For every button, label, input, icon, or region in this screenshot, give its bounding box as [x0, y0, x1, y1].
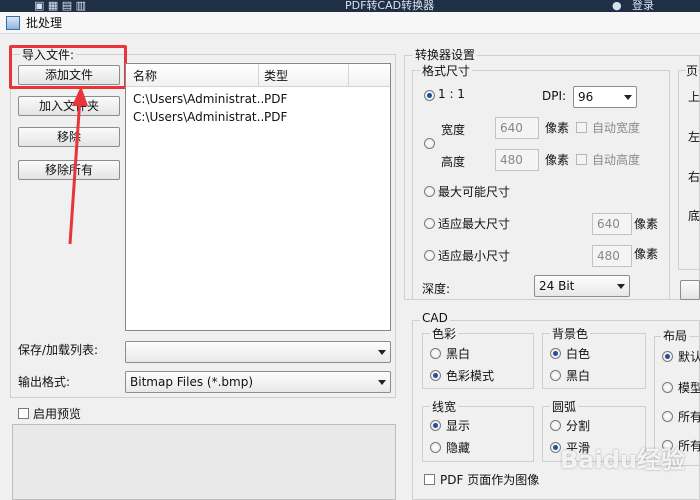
linewidth-hide-radio[interactable] [430, 442, 441, 453]
chevron-down-icon [378, 380, 386, 385]
pdf-page-as-image-label: PDF 页面作为图像 [440, 473, 540, 487]
linewidth-group-title: 线宽 [430, 398, 459, 415]
output-format-value: Bitmap Files (*.bmp) [130, 375, 253, 389]
layout-all-radio[interactable] [662, 411, 673, 422]
layout-default-radio[interactable] [662, 351, 673, 362]
auto-height-checkbox[interactable] [576, 154, 587, 165]
ratio-radio[interactable] [424, 90, 435, 101]
save-load-combobox[interactable] [125, 341, 391, 363]
file-row-type[interactable]: PDF [264, 92, 287, 106]
bg-black-radio[interactable] [550, 370, 561, 381]
watermark-logo: Baidu经验 [560, 446, 685, 474]
cad-group-title: CAD [420, 311, 450, 325]
highlight-box [9, 45, 127, 89]
linewidth-hide-label: 隐藏 [446, 441, 471, 455]
app-icon [6, 16, 20, 30]
save-load-label: 保存/加载列表: [18, 343, 99, 357]
fit-max-radio[interactable] [424, 218, 435, 229]
margin-right-label: 右 [688, 170, 700, 184]
width-label: 宽度 [441, 123, 466, 137]
layout-group-title: 布局 [661, 327, 690, 344]
width-input[interactable]: 640 [495, 117, 539, 139]
annotation-arrow [68, 86, 88, 245]
dpi-value: 96 [578, 90, 594, 104]
bg-white-label: 白色 [566, 347, 591, 361]
background-group-title: 背景色 [550, 325, 591, 342]
color-mode-radio[interactable] [430, 370, 441, 381]
enable-preview-label: 启用预览 [33, 407, 82, 421]
max-possible-radio[interactable] [424, 186, 435, 197]
column-header-type[interactable]: 类型 [264, 67, 288, 84]
dialog-titlebar: 批处理 [0, 12, 700, 34]
partial-button[interactable] [680, 280, 700, 300]
auto-height-label: 自动高度 [592, 153, 641, 167]
custom-size-radio[interactable] [424, 138, 435, 149]
arc-split-label: 分割 [566, 419, 591, 433]
margin-bottom-label: 底 [688, 209, 700, 223]
user-icon[interactable]: ● [612, 0, 626, 12]
fit-min-label: 适应最小尺寸 [438, 249, 511, 263]
layout-default-label: 默认 [678, 350, 700, 364]
mono-label: 黑白 [446, 347, 471, 361]
toolbar-icon[interactable]: ▣ ▦ ▤ ▥ [34, 0, 86, 12]
depth-value: 24 Bit [539, 279, 575, 293]
fit-max-unit: 像素 [634, 217, 659, 231]
fit-max-label: 适应最大尺寸 [438, 217, 511, 231]
fit-min-radio[interactable] [424, 250, 435, 261]
layout-model-radio[interactable] [662, 382, 673, 393]
depth-combobox[interactable]: 24 Bit [534, 275, 630, 297]
color-group-title: 色彩 [430, 325, 459, 342]
column-header-name[interactable]: 名称 [133, 67, 157, 84]
bg-white-radio[interactable] [550, 348, 561, 359]
margin-left-label: 左 [688, 130, 700, 144]
file-row-name[interactable]: C:\Users\Administrat... [133, 110, 268, 124]
depth-label: 深度: [422, 282, 451, 296]
height-unit: 像素 [545, 153, 570, 167]
arc-split-radio[interactable] [550, 420, 561, 431]
auto-width-checkbox[interactable] [576, 122, 587, 133]
layout-model-label: 模型 [678, 381, 700, 395]
fit-min-input[interactable]: 480 [592, 245, 632, 267]
converter-group-title: 转换器设置 [413, 46, 478, 63]
file-list-header: 名称 类型 [126, 64, 390, 87]
format-size-title: 格式尺寸 [420, 62, 473, 79]
fit-min-unit: 像素 [634, 247, 659, 261]
login-link[interactable]: 登录 [632, 0, 654, 12]
pdf-page-as-image-checkbox[interactable] [424, 474, 435, 485]
enable-preview-checkbox[interactable] [18, 408, 29, 419]
file-row-name[interactable]: C:\Users\Administrat... [133, 92, 268, 106]
mono-radio[interactable] [430, 348, 441, 359]
height-input[interactable]: 480 [495, 149, 539, 171]
width-unit: 像素 [545, 121, 570, 135]
chevron-down-icon [617, 284, 625, 289]
fit-max-input[interactable]: 640 [592, 213, 632, 235]
chevron-down-icon [378, 350, 386, 355]
margin-top-label: 上 [688, 90, 700, 104]
preview-area [12, 424, 396, 500]
dialog-title: 批处理 [26, 16, 63, 30]
file-list[interactable]: 名称 类型 C:\Users\Administrat... PDF C:\Use… [125, 63, 391, 331]
arc-group-title: 圆弧 [550, 398, 579, 415]
linewidth-show-radio[interactable] [430, 420, 441, 431]
auto-width-label: 自动宽度 [592, 121, 641, 135]
dpi-combobox[interactable]: 96 [573, 86, 637, 108]
page-margins-title: 页 [686, 62, 699, 79]
main-window-title: PDF转CAD转换器 [345, 0, 435, 12]
height-label: 高度 [441, 155, 466, 169]
file-row-type[interactable]: PDF [264, 110, 287, 124]
dpi-label: DPI: [542, 89, 567, 103]
linewidth-show-label: 显示 [446, 419, 471, 433]
output-format-combobox[interactable]: Bitmap Files (*.bmp) [125, 371, 391, 393]
color-mode-label: 色彩模式 [446, 369, 495, 383]
layout-all-label: 所有 [678, 410, 700, 424]
bg-black-label: 黑白 [566, 369, 591, 383]
chevron-down-icon [624, 95, 632, 100]
ratio-label: 1 : 1 [438, 87, 465, 101]
output-format-label: 输出格式: [18, 375, 71, 389]
max-possible-label: 最大可能尺寸 [438, 185, 511, 199]
